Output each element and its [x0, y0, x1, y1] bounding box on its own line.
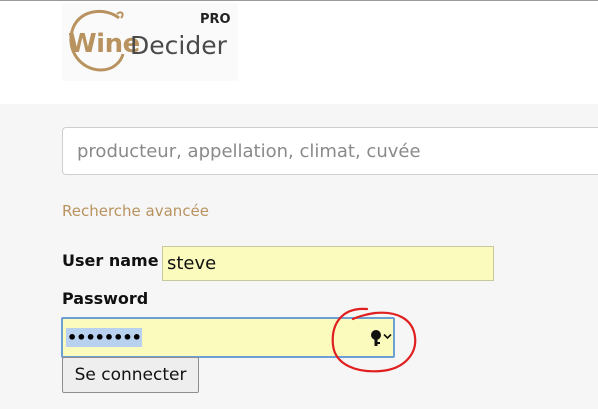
- login-button[interactable]: Se connecter: [62, 357, 199, 393]
- username-label: User name: [62, 251, 159, 270]
- advanced-search-link[interactable]: Recherche avancée: [62, 202, 209, 220]
- annotation-circle: [331, 307, 417, 373]
- wine-decider-logo[interactable]: Wine Decider PRO: [62, 3, 238, 81]
- logo-decider-text: Decider: [130, 31, 227, 60]
- logo-pro-badge: PRO: [200, 12, 231, 27]
- search-input[interactable]: [62, 127, 598, 175]
- password-mask: ••••••••: [66, 328, 142, 347]
- password-label: Password: [62, 289, 149, 308]
- username-field[interactable]: [162, 246, 494, 281]
- top-header: Wine Decider PRO: [0, 0, 598, 104]
- logo-wine-text: Wine: [68, 29, 140, 59]
